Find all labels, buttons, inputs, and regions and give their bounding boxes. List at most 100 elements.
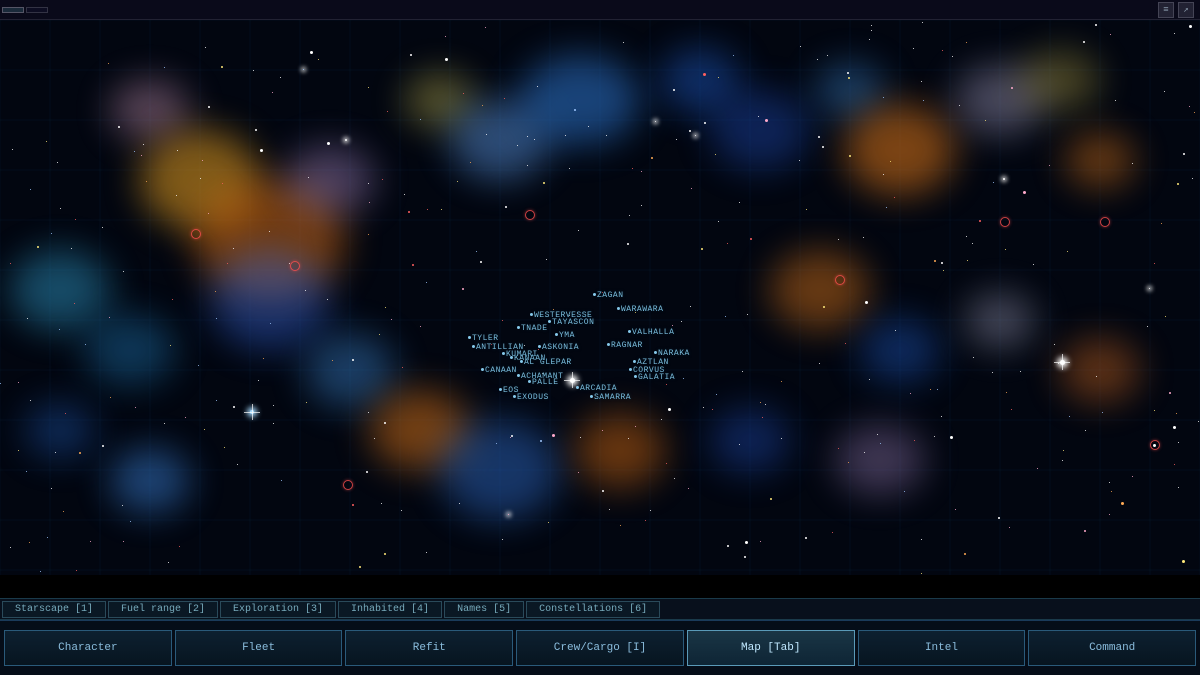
star	[476, 251, 477, 252]
star	[1049, 165, 1050, 166]
bright-star	[1060, 360, 1065, 365]
filter-tab-5[interactable]: Constellations [6]	[526, 601, 660, 618]
filter-tab-0[interactable]: Starscape [1]	[2, 601, 106, 618]
nebula	[965, 293, 1035, 348]
system-dot[interactable]	[513, 395, 516, 398]
nebula	[845, 105, 955, 195]
system-dot[interactable]	[468, 336, 471, 339]
system-dot[interactable]	[593, 293, 596, 296]
star	[420, 326, 421, 327]
star	[941, 416, 942, 417]
system-dot[interactable]	[633, 360, 636, 363]
refit-btn[interactable]: Refit	[345, 630, 513, 666]
system-dot[interactable]	[634, 375, 637, 378]
nebula	[440, 420, 560, 520]
system-dot[interactable]	[530, 313, 533, 316]
system-dot[interactable]	[517, 326, 520, 329]
system-dot[interactable]	[499, 388, 502, 391]
star	[202, 160, 203, 161]
command-btn[interactable]: Command	[1028, 630, 1196, 666]
filter-tab-4[interactable]: Names [5]	[444, 601, 524, 618]
star	[170, 345, 171, 346]
star	[847, 72, 849, 74]
system-dot[interactable]	[628, 330, 631, 333]
ring-marker	[1150, 440, 1160, 450]
star	[574, 109, 576, 111]
nebula	[85, 315, 175, 385]
system-dot[interactable]	[528, 380, 531, 383]
star	[108, 63, 109, 64]
star	[222, 183, 223, 184]
system-dot[interactable]	[629, 368, 632, 371]
menu-icon[interactable]: ≡	[1158, 2, 1174, 18]
system-dot[interactable]	[538, 345, 541, 348]
star	[1110, 34, 1111, 35]
star	[511, 435, 513, 437]
system-tab[interactable]	[26, 7, 48, 13]
system-dot[interactable]	[576, 386, 579, 389]
system-dot[interactable]	[510, 356, 513, 359]
star	[569, 168, 570, 169]
star	[681, 321, 682, 322]
system-dot[interactable]	[520, 360, 523, 363]
system-dot[interactable]	[555, 333, 558, 336]
star	[1069, 416, 1070, 417]
nebula	[25, 403, 95, 458]
star	[781, 438, 782, 439]
nebula	[110, 80, 190, 140]
star	[602, 430, 603, 431]
star	[485, 27, 486, 28]
system-dot[interactable]	[481, 368, 484, 371]
map-btn[interactable]: Map [Tab]	[687, 630, 855, 666]
star	[1085, 430, 1086, 431]
star	[463, 93, 464, 94]
star	[30, 189, 31, 190]
system-dot[interactable]	[654, 351, 657, 354]
star	[673, 89, 675, 91]
system-dot[interactable]	[502, 352, 505, 355]
system-dot[interactable]	[472, 345, 475, 348]
star	[955, 509, 956, 510]
star	[629, 215, 630, 216]
filter-tab-2[interactable]: Exploration [3]	[220, 601, 336, 618]
filter-tab-1[interactable]: Fuel range [2]	[108, 601, 218, 618]
star	[880, 443, 881, 444]
expand-icon[interactable]: ↗	[1178, 2, 1194, 18]
crew-btn[interactable]: Crew/Cargo [I]	[516, 630, 684, 666]
star	[922, 22, 923, 23]
fleet-btn[interactable]: Fleet	[175, 630, 343, 666]
star	[308, 177, 309, 178]
star	[877, 434, 878, 435]
system-dot[interactable]	[617, 307, 620, 310]
star	[864, 452, 865, 453]
sector-tab[interactable]	[2, 7, 24, 13]
star	[12, 149, 13, 150]
filter-bar: Starscape [1]Fuel range [2]Exploration […	[0, 598, 1200, 620]
ring-marker	[343, 480, 353, 490]
nebula	[575, 413, 665, 488]
star	[817, 59, 818, 60]
nebula	[520, 55, 640, 145]
star	[462, 288, 464, 290]
star	[332, 360, 333, 361]
intel-btn[interactable]: Intel	[858, 630, 1026, 666]
star	[1176, 413, 1177, 414]
ring-marker	[1000, 217, 1010, 227]
star	[1023, 191, 1026, 194]
system-dot[interactable]	[607, 343, 610, 346]
system-dot[interactable]	[590, 395, 593, 398]
system-dot[interactable]	[548, 320, 551, 323]
star	[546, 259, 547, 260]
top-icons: ≡ ↗	[1158, 2, 1200, 18]
filter-tab-3[interactable]: Inhabited [4]	[338, 601, 442, 618]
star	[253, 70, 254, 71]
hyperspace-map[interactable]: ZAGANWARAWARAWESTERVESSETAYASCONTNADEYMA…	[0, 20, 1200, 575]
action-bar: CharacterFleetRefitCrew/Cargo [I]Map [Ta…	[0, 620, 1200, 675]
star	[588, 126, 589, 127]
character-btn[interactable]: Character	[4, 630, 172, 666]
star	[651, 157, 653, 159]
system-dot[interactable]	[517, 374, 520, 377]
star	[527, 165, 528, 166]
star	[1177, 183, 1179, 185]
star	[838, 239, 839, 240]
